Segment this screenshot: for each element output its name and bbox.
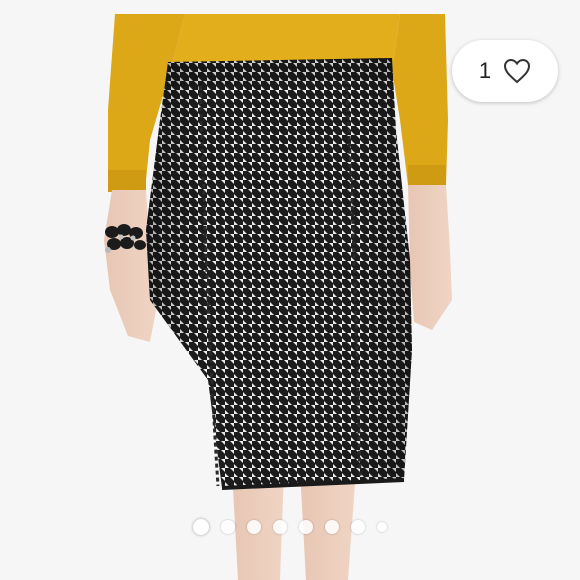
pager-dot[interactable]: [221, 520, 235, 534]
like-button[interactable]: 1: [452, 40, 558, 102]
like-count: 1: [478, 58, 492, 83]
pager-dot[interactable]: [247, 520, 261, 534]
pager-dot[interactable]: [299, 520, 313, 534]
pager-dot[interactable]: [377, 522, 387, 532]
listing-photo[interactable]: 1: [0, 0, 580, 580]
heart-outline-icon: [504, 58, 531, 84]
pager-dot[interactable]: [325, 520, 339, 534]
photo-pager: [0, 517, 580, 537]
pager-dot[interactable]: [351, 520, 365, 534]
pager-dot[interactable]: [273, 520, 287, 534]
pager-dot[interactable]: [193, 519, 209, 535]
